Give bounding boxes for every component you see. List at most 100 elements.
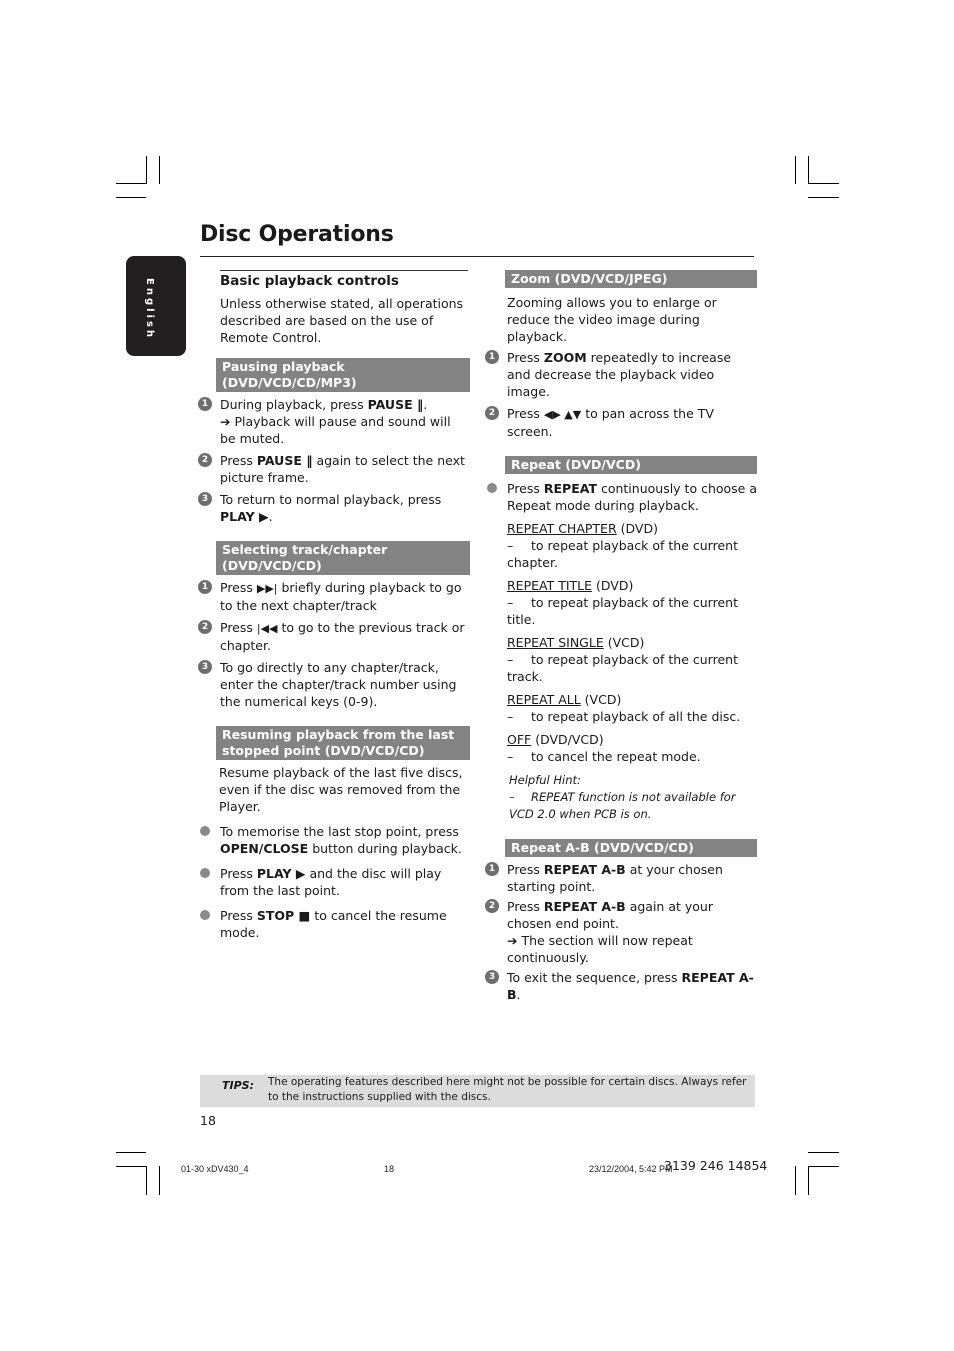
bullet-icon bbox=[200, 868, 210, 878]
crop-mark bbox=[116, 1166, 146, 1167]
step-number-icon: 2 bbox=[198, 453, 212, 467]
crop-mark bbox=[146, 156, 147, 184]
selecting-step: 2 Press |◀◀ to go to the previous track … bbox=[198, 619, 470, 654]
hint-text: REPEAT function is not available for VCD… bbox=[509, 790, 736, 821]
crop-mark bbox=[159, 156, 160, 184]
crop-mark bbox=[808, 1166, 839, 1167]
step-number-icon: 2 bbox=[485, 406, 499, 420]
repeat-options: REPEAT CHAPTER (DVD) – to repeat playback … bbox=[485, 520, 757, 765]
repeat-ab-heading: Repeat A-B (DVD/VCD/CD) bbox=[505, 839, 757, 857]
hint-title: Helpful Hint: bbox=[509, 773, 581, 787]
step-number-icon: 1 bbox=[198, 580, 212, 594]
bullet-icon bbox=[200, 826, 210, 836]
repeat-option-disc: (VCD) bbox=[603, 635, 645, 650]
repeat-option-name: REPEAT SINGLE bbox=[507, 635, 604, 650]
document-number: 3139 246 14854 bbox=[664, 1158, 768, 1173]
next-track-icon: ▶▶| bbox=[256, 582, 278, 595]
crop-mark bbox=[795, 1166, 796, 1195]
crop-mark bbox=[808, 156, 809, 184]
previous-track-icon: |◀◀ bbox=[256, 622, 278, 635]
repeat-option: REPEAT CHAPTER (DVD) bbox=[507, 520, 757, 537]
repeat-option-disc: (DVD) bbox=[592, 578, 634, 593]
crop-mark bbox=[116, 183, 146, 184]
page-number: 18 bbox=[200, 1113, 216, 1128]
resuming-heading: Resuming playback from the last stopped … bbox=[216, 726, 470, 760]
section-rule bbox=[220, 270, 468, 271]
step-number-icon: 1 bbox=[198, 397, 212, 411]
repeat-option-desc: – to repeat playback of the current title… bbox=[507, 595, 738, 627]
repeat-heading: Repeat (DVD/VCD) bbox=[505, 456, 757, 474]
crop-mark bbox=[116, 1152, 146, 1153]
step-result: ➔ The section will now repeat continuous… bbox=[507, 933, 693, 965]
footer-file: 01-30 xDV430_4 bbox=[181, 1164, 249, 1174]
language-tab: English bbox=[126, 256, 186, 356]
basic-intro: Unless otherwise stated, all operations … bbox=[220, 296, 464, 345]
right-column: Zoom (DVD/VCD/JPEG) Zooming allows you t… bbox=[485, 270, 757, 1008]
step-number-icon: 2 bbox=[198, 620, 212, 634]
basic-heading: Basic playback controls bbox=[220, 273, 399, 289]
crop-mark bbox=[808, 1166, 809, 1195]
tips-box: TIPS: The operating features described h… bbox=[200, 1075, 755, 1107]
repeat-option-desc: – to repeat playback of the current chapt… bbox=[507, 538, 738, 570]
repeat-option-name: REPEAT ALL bbox=[507, 692, 581, 707]
pausing-heading: Pausing playback (DVD/VCD/CD/MP3) bbox=[216, 358, 470, 392]
selecting-step: 3 To go directly to any chapter/track, e… bbox=[198, 659, 470, 710]
zoom-step: 1 Press ZOOM repeatedly to increase and … bbox=[485, 349, 757, 400]
step-number-icon: 1 bbox=[485, 350, 499, 364]
repeat-option-desc: – to repeat playback of all the disc. bbox=[507, 709, 741, 724]
crop-mark bbox=[808, 1152, 839, 1153]
crop-mark bbox=[159, 1166, 160, 1195]
pausing-step: 2 Press PAUSE ‖ again to select the next… bbox=[198, 452, 470, 486]
resuming-intro: Resume playback of the last five discs, … bbox=[219, 765, 463, 814]
crop-mark bbox=[795, 156, 796, 184]
helpful-hint: Helpful Hint: – REPEAT function is not av… bbox=[509, 772, 757, 823]
zoom-intro: Zooming allows you to enlarge or reduce … bbox=[507, 295, 717, 344]
crop-mark bbox=[116, 197, 146, 198]
repeat-bullet: Press REPEAT continuously to choose a Re… bbox=[485, 480, 757, 514]
repeat-option-disc: (VCD) bbox=[580, 692, 622, 707]
tips-label: TIPS: bbox=[222, 1079, 254, 1092]
selecting-heading: Selecting track/chapter (DVD/VCD/CD) bbox=[216, 541, 470, 575]
bullet-icon bbox=[487, 483, 497, 493]
arrow-keys-icon: ◀▶ ▲▼ bbox=[543, 408, 582, 421]
resuming-bullet: Press STOP ■ to cancel the resume mode. bbox=[198, 907, 470, 941]
language-tab-label: English bbox=[144, 278, 155, 341]
repeat-option: REPEAT SINGLE (VCD) bbox=[507, 634, 757, 651]
zoom-step: 2 Press ◀▶ ▲▼ to pan across the TV scree… bbox=[485, 405, 757, 440]
step-number-icon: 3 bbox=[198, 492, 212, 506]
footer-page: 18 bbox=[384, 1164, 395, 1174]
title-divider bbox=[200, 256, 754, 257]
crop-mark bbox=[146, 1166, 147, 1195]
crop-mark bbox=[808, 197, 839, 198]
zoom-heading: Zoom (DVD/VCD/JPEG) bbox=[505, 270, 757, 288]
repeat-ab-step: 3 To exit the sequence, press REPEAT A-B… bbox=[485, 969, 757, 1003]
footer-date: 23/12/2004, 5:42 PM bbox=[589, 1164, 673, 1174]
page-title: Disc Operations bbox=[200, 222, 394, 247]
step-number-icon: 1 bbox=[485, 862, 499, 876]
repeat-option-disc: (DVD/VCD) bbox=[531, 732, 604, 747]
repeat-option-desc: – to repeat playback of the current track… bbox=[507, 652, 738, 684]
step-number-icon: 3 bbox=[485, 970, 499, 984]
repeat-option: REPEAT TITLE (DVD) bbox=[507, 577, 757, 594]
pausing-step: 1 During playback, press PAUSE ‖. ➔ Play… bbox=[198, 396, 470, 447]
left-column: Basic playback controls Unless otherwise… bbox=[198, 270, 470, 946]
step-number-icon: 2 bbox=[485, 899, 499, 913]
repeat-option: OFF (DVD/VCD) bbox=[507, 731, 757, 748]
selecting-step: 1 Press ▶▶| briefly during playback to g… bbox=[198, 579, 470, 614]
repeat-option-disc: (DVD) bbox=[616, 521, 658, 536]
step-number-icon: 3 bbox=[198, 660, 212, 674]
pausing-step: 3 To return to normal playback, press PL… bbox=[198, 491, 470, 525]
resuming-bullet: Press PLAY ▶ and the disc will play from… bbox=[198, 865, 470, 899]
repeat-ab-step: 1 Press REPEAT A-B at your chosen starti… bbox=[485, 861, 757, 895]
repeat-option-name: OFF bbox=[507, 732, 532, 747]
repeat-option-name: REPEAT CHAPTER bbox=[507, 521, 617, 536]
tips-text: The operating features described here mi… bbox=[268, 1076, 747, 1103]
repeat-ab-step: 2 Press REPEAT A-B again at your chosen … bbox=[485, 898, 757, 966]
step-result: ➔ Playback will pause and sound will be … bbox=[220, 414, 451, 446]
repeat-option-name: REPEAT TITLE bbox=[507, 578, 593, 593]
crop-mark bbox=[808, 183, 839, 184]
resuming-bullet: To memorise the last stop point, press O… bbox=[198, 823, 470, 857]
repeat-option-desc: – to cancel the repeat mode. bbox=[507, 749, 701, 764]
repeat-option: REPEAT ALL (VCD) bbox=[507, 691, 757, 708]
bullet-icon bbox=[200, 910, 210, 920]
